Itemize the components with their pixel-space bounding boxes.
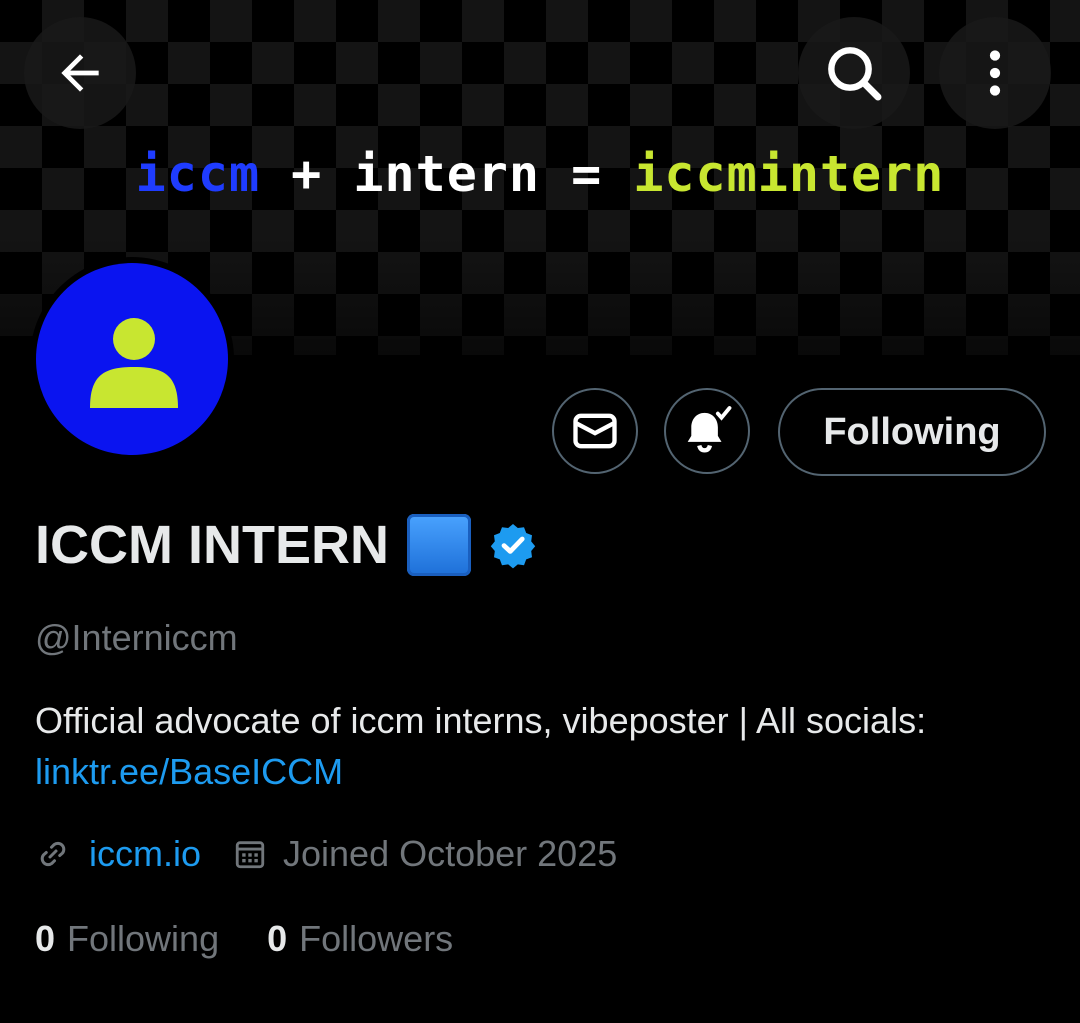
avatar-image (36, 263, 228, 455)
followers-count: 0 (267, 918, 288, 959)
tagline-part-plus-intern: + intern = (260, 145, 634, 203)
avatar[interactable] (30, 257, 234, 461)
following-count: 0 (35, 918, 56, 959)
verified-badge-icon[interactable] (489, 521, 537, 569)
profile-stats: 0 Following 0 Followers (35, 915, 453, 963)
bio-link[interactable]: linktr.ee/BaseICCM (35, 751, 343, 792)
mail-icon (573, 413, 617, 449)
followers-stat[interactable]: 0 Followers (267, 918, 453, 960)
website-link[interactable]: iccm.io (89, 833, 201, 875)
search-icon (828, 47, 882, 101)
bio-text: Official advocate of iccm interns, vibep… (35, 700, 927, 741)
profile-bio: Official advocate of iccm interns, vibep… (35, 695, 1035, 797)
message-button[interactable] (552, 388, 638, 474)
calendar-icon (235, 841, 265, 869)
profile-meta: iccm.io Joined October 2025 (35, 830, 617, 878)
followers-label: Followers (299, 918, 454, 959)
more-options-button[interactable] (939, 17, 1051, 129)
banner-tagline: iccm + intern = iccmintern (0, 145, 1080, 203)
following-stat[interactable]: 0 Following (35, 918, 219, 960)
arrow-left-icon (61, 54, 99, 92)
display-name: ICCM INTERN (35, 515, 389, 575)
bell-check-icon (687, 406, 732, 453)
following-label: Following (67, 918, 220, 959)
joined-date: Joined October 2025 (283, 833, 618, 874)
profile-name-row: ICCM INTERN (35, 512, 537, 578)
back-button[interactable] (24, 17, 136, 129)
tagline-part-iccm: iccm (135, 145, 261, 203)
following-button[interactable]: Following (778, 388, 1046, 476)
search-button[interactable] (798, 17, 910, 129)
person-icon (90, 318, 178, 408)
profile-handle: @Interniccm (35, 617, 238, 658)
link-icon (40, 841, 66, 867)
notifications-button[interactable] (664, 388, 750, 474)
tagline-part-iccmintern: iccmintern (633, 145, 945, 203)
blue-square-emoji (406, 514, 471, 576)
more-vertical-icon (989, 50, 1001, 96)
